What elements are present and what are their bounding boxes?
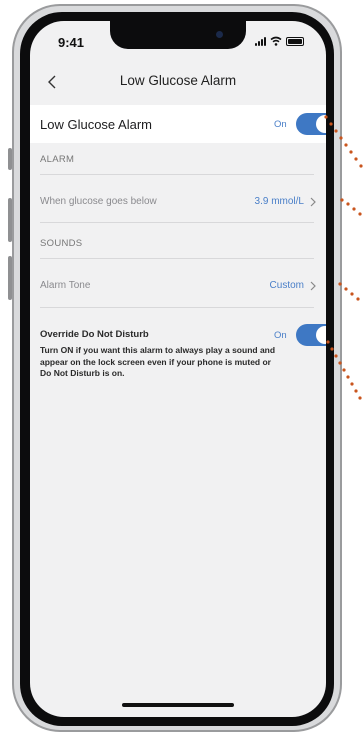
- volume-up-button: [8, 198, 12, 242]
- divider: [40, 307, 314, 308]
- override-dnd-description: Turn ON if you want this alarm to always…: [40, 345, 276, 378]
- alarm-tone-label: Alarm Tone: [40, 280, 91, 291]
- status-time: 9:41: [58, 35, 85, 50]
- alarm-tone-row[interactable]: Alarm Tone Custom: [30, 272, 326, 300]
- divider: [40, 222, 314, 223]
- notch: [110, 21, 246, 49]
- volume-down-button: [8, 256, 12, 300]
- override-dnd-state: On: [274, 330, 287, 341]
- wifi-icon: [270, 36, 282, 46]
- battery-icon: [286, 37, 304, 46]
- home-indicator: [122, 703, 234, 707]
- low-glucose-alarm-state: On: [274, 119, 287, 130]
- alarm-tone-value: Custom: [269, 280, 304, 291]
- phone-screen: 9:41 Low Glucose Alarm Low Glucose Alarm…: [30, 21, 326, 717]
- override-dnd-title: Override Do Not Disturb: [40, 329, 149, 340]
- divider: [40, 258, 314, 259]
- silent-switch: [8, 148, 12, 170]
- low-glucose-alarm-row: Low Glucose Alarm On: [30, 105, 326, 143]
- sounds-section-header: SOUNDS: [40, 238, 83, 249]
- chevron-right-icon: [310, 197, 316, 207]
- divider: [40, 174, 314, 175]
- glucose-threshold-value: 3.9 mmol/L: [254, 196, 304, 207]
- camera-icon: [216, 31, 223, 38]
- low-glucose-alarm-label: Low Glucose Alarm: [40, 117, 152, 132]
- override-dnd-toggle[interactable]: [296, 324, 326, 346]
- page-title: Low Glucose Alarm: [119, 73, 237, 88]
- glucose-threshold-row[interactable]: When glucose goes below 3.9 mmol/L: [30, 188, 326, 216]
- chevron-right-icon: [310, 281, 316, 291]
- glucose-threshold-label: When glucose goes below: [40, 196, 157, 207]
- alarm-section-header: ALARM: [40, 154, 75, 165]
- cellular-signal-icon: [255, 36, 266, 46]
- callout-dots-threshold: [340, 198, 362, 216]
- low-glucose-alarm-toggle[interactable]: [296, 113, 326, 135]
- status-icons: [255, 36, 304, 46]
